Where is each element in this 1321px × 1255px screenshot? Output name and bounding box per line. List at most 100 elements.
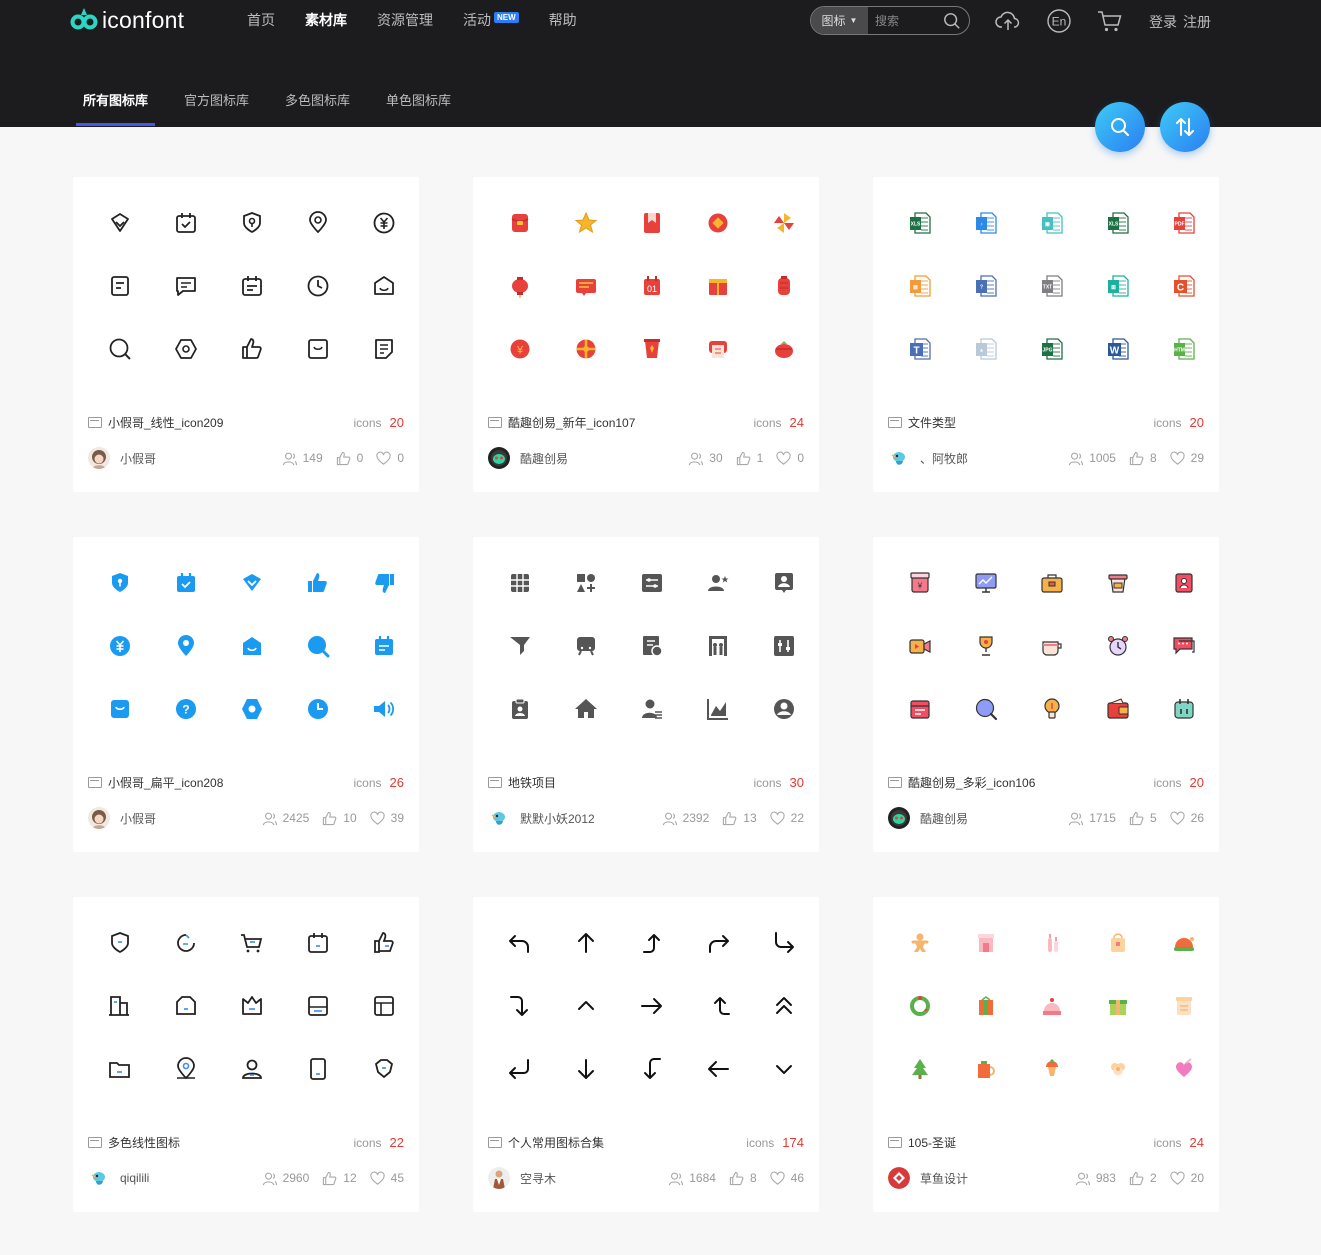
icon-preview-cell[interactable] — [1019, 614, 1085, 677]
icon-preview-cell[interactable] — [87, 614, 153, 677]
icon-library-card[interactable]: ¥ 酷趣创易_多彩_icon106 icons 20 酷趣创易 1715 5 2… — [873, 537, 1219, 852]
icon-preview-cell[interactable] — [351, 1037, 417, 1100]
icon-preview-cell[interactable] — [751, 614, 817, 677]
search-input[interactable] — [875, 13, 939, 28]
icon-preview-cell[interactable] — [351, 191, 417, 254]
icon-preview-cell[interactable] — [285, 677, 351, 740]
icon-preview-cell[interactable] — [751, 551, 817, 614]
icon-preview-cell[interactable] — [553, 1037, 619, 1100]
icon-preview-cell[interactable] — [219, 677, 285, 740]
favorites-stat[interactable]: 20 — [1170, 1171, 1204, 1186]
icon-preview-cell[interactable]: ▥ — [1085, 254, 1151, 317]
icon-preview-cell[interactable] — [1151, 614, 1217, 677]
icon-preview-cell[interactable] — [887, 1037, 953, 1100]
icon-preview-cell[interactable] — [1019, 911, 1085, 974]
icon-library-card[interactable]: 地铁项目 icons 30 默默小妖2012 2392 13 22 — [473, 537, 819, 852]
icon-preview-cell[interactable]: ▣ — [1019, 191, 1085, 254]
icon-preview-cell[interactable] — [351, 317, 417, 380]
icon-preview-cell[interactable] — [1151, 677, 1217, 740]
icon-preview-cell[interactable] — [87, 974, 153, 1037]
icon-preview-cell[interactable] — [685, 551, 751, 614]
favorites-stat[interactable]: 45 — [370, 1171, 404, 1186]
favorites-stat[interactable]: 29 — [1170, 451, 1204, 466]
icon-preview-cell[interactable] — [87, 911, 153, 974]
favorites-stat[interactable]: 0 — [376, 451, 404, 466]
icon-library-card[interactable]: 01 ¥ 酷趣创易_新年_icon107 icons 24 酷趣创易 30 1 0 — [473, 177, 819, 492]
icon-preview-cell[interactable] — [553, 677, 619, 740]
likes-stat[interactable]: 10 — [322, 811, 357, 826]
icon-preview-cell[interactable] — [219, 551, 285, 614]
icon-preview-cell[interactable] — [887, 677, 953, 740]
icon-preview-cell[interactable] — [685, 677, 751, 740]
icon-preview-cell[interactable] — [219, 191, 285, 254]
favorites-stat[interactable]: 26 — [1170, 811, 1204, 826]
icon-preview-cell[interactable] — [285, 191, 351, 254]
icon-preview-cell[interactable] — [219, 974, 285, 1037]
author-name[interactable]: 空寻木 — [520, 1170, 655, 1187]
search-fab-button[interactable] — [1095, 102, 1145, 152]
icon-preview-cell[interactable] — [153, 974, 219, 1037]
icon-preview-cell[interactable] — [685, 1037, 751, 1100]
icon-preview-cell[interactable] — [1085, 911, 1151, 974]
icon-preview-cell[interactable] — [751, 911, 817, 974]
icon-preview-cell[interactable] — [1085, 974, 1151, 1037]
icon-preview-cell[interactable] — [219, 1037, 285, 1100]
icon-preview-cell[interactable] — [685, 317, 751, 380]
icon-preview-cell[interactable]: ¥ — [887, 551, 953, 614]
icon-preview-cell[interactable]: W — [1085, 317, 1151, 380]
nav-item-home[interactable]: 首页 — [247, 10, 275, 30]
icon-preview-cell[interactable] — [285, 911, 351, 974]
icon-preview-cell[interactable] — [685, 614, 751, 677]
icon-preview-cell[interactable] — [685, 254, 751, 317]
icon-preview-cell[interactable]: ▤ — [887, 254, 953, 317]
tab-official-libraries[interactable]: 官方图标库 — [177, 90, 256, 126]
icon-preview-cell[interactable]: C — [1151, 254, 1217, 317]
icon-preview-cell[interactable] — [487, 614, 553, 677]
author-name[interactable]: 小假哥 — [120, 810, 249, 827]
avatar[interactable] — [888, 807, 910, 829]
icon-preview-cell[interactable] — [619, 614, 685, 677]
icon-preview-cell[interactable] — [351, 551, 417, 614]
icon-preview-cell[interactable] — [487, 551, 553, 614]
icon-preview-cell[interactable] — [1019, 1037, 1085, 1100]
icon-preview-cell[interactable] — [87, 317, 153, 380]
icon-preview-cell[interactable] — [285, 614, 351, 677]
likes-stat[interactable]: 5 — [1129, 811, 1157, 826]
library-title[interactable]: 酷趣创易_多彩_icon106 — [908, 774, 1154, 791]
author-name[interactable]: qiqilili — [120, 1171, 249, 1185]
icon-preview-cell[interactable] — [619, 677, 685, 740]
likes-stat[interactable]: 2 — [1129, 1171, 1157, 1186]
sort-fab-button[interactable] — [1160, 102, 1210, 152]
avatar[interactable] — [488, 447, 510, 469]
library-title[interactable]: 多色线性图标 — [108, 1134, 354, 1151]
likes-stat[interactable]: 0 — [336, 451, 363, 466]
nav-item-help[interactable]: 帮助 — [549, 10, 577, 30]
icon-preview-cell[interactable] — [619, 317, 685, 380]
author-name[interactable]: 、阿牧郎 — [920, 450, 1055, 467]
icon-preview-cell[interactable] — [619, 911, 685, 974]
icon-preview-cell[interactable] — [1019, 974, 1085, 1037]
icon-preview-cell[interactable] — [153, 317, 219, 380]
icon-preview-cell[interactable] — [87, 551, 153, 614]
login-link[interactable]: 登录 — [1149, 12, 1177, 32]
nav-item-resources[interactable]: 资源管理 — [377, 10, 433, 30]
tab-monochrome-libraries[interactable]: 单色图标库 — [379, 90, 458, 126]
icon-library-card[interactable]: 105-圣诞 icons 24 草鱼设计 983 2 20 — [873, 897, 1219, 1212]
library-title[interactable]: 小假哥_线性_icon209 — [108, 414, 354, 431]
icon-preview-cell[interactable]: XLS — [1085, 191, 1151, 254]
icon-preview-cell[interactable] — [887, 911, 953, 974]
icon-preview-cell[interactable] — [953, 551, 1019, 614]
icon-preview-cell[interactable] — [153, 551, 219, 614]
icon-preview-cell[interactable] — [953, 974, 1019, 1037]
icon-library-card[interactable]: XLS ♪ ▣ XLS PDF ▤? TXT ▥ C T ▲ JPG W HTM 文件类型 icons 2… — [873, 177, 1219, 492]
icon-preview-cell[interactable] — [285, 254, 351, 317]
likes-stat[interactable]: 12 — [322, 1171, 357, 1186]
icon-preview-cell[interactable] — [1151, 551, 1217, 614]
tab-multicolor-libraries[interactable]: 多色图标库 — [278, 90, 357, 126]
icon-preview-cell[interactable] — [1085, 677, 1151, 740]
icon-preview-cell[interactable] — [553, 317, 619, 380]
icon-preview-cell[interactable] — [553, 614, 619, 677]
icon-library-card[interactable]: ? 小假哥_扁平_icon208 icons 26 小假哥 2425 10 39 — [73, 537, 419, 852]
icon-preview-cell[interactable]: ¥ — [487, 317, 553, 380]
icon-preview-cell[interactable] — [487, 677, 553, 740]
